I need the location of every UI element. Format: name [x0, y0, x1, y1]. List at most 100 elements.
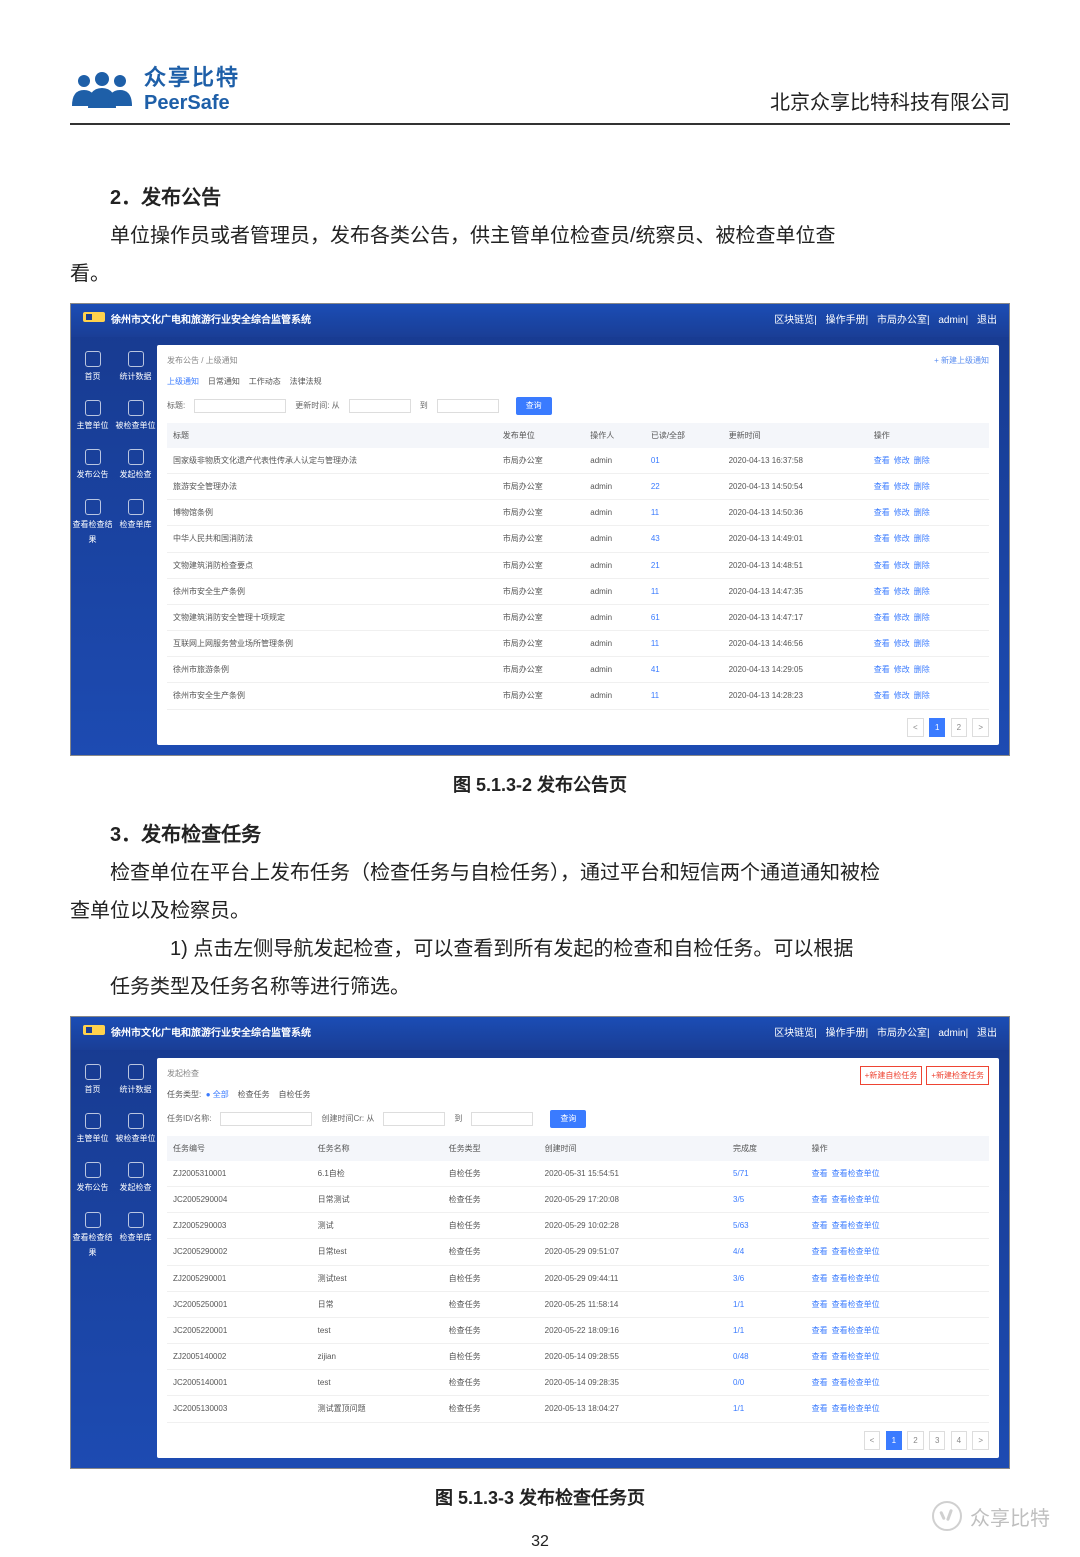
row-action[interactable]: 查看	[874, 665, 890, 674]
query-button[interactable]: 查询	[516, 397, 552, 414]
row-action[interactable]: 查看检查单位	[832, 1378, 880, 1387]
row-action[interactable]: 修改	[894, 508, 910, 517]
page-prev[interactable]: <	[864, 1431, 881, 1450]
page-next[interactable]: >	[972, 718, 989, 737]
row-action[interactable]: 删除	[914, 482, 930, 491]
page-1[interactable]: 1	[886, 1431, 902, 1450]
row-action[interactable]: 查看	[874, 456, 890, 465]
row-action[interactable]: 查看	[812, 1404, 828, 1413]
row-action[interactable]: 删除	[914, 639, 930, 648]
date-from-input[interactable]	[383, 1112, 445, 1126]
row-action[interactable]: 查看	[812, 1274, 828, 1283]
row-action[interactable]: 查看	[812, 1195, 828, 1204]
table-row[interactable]: 中华人民共和国消防法市局办公室admin432020-04-13 14:49:0…	[167, 526, 989, 552]
row-action[interactable]: 查看检查单位	[832, 1300, 880, 1309]
row-action[interactable]: 查看	[874, 613, 890, 622]
row-action[interactable]: 查看	[812, 1352, 828, 1361]
table-row[interactable]: 徐州市安全生产条例市局办公室admin112020-04-13 14:47:35…	[167, 578, 989, 604]
row-action[interactable]: 修改	[894, 482, 910, 491]
row-action[interactable]: 查看	[812, 1169, 828, 1178]
row-action[interactable]: 查看	[812, 1221, 828, 1230]
row-action[interactable]: 查看	[812, 1326, 828, 1335]
page-next[interactable]: >	[972, 1431, 989, 1450]
row-action[interactable]: 查看检查单位	[832, 1352, 880, 1361]
table-row[interactable]: 旅游安全管理办法市局办公室admin222020-04-13 14:50:54查…	[167, 473, 989, 499]
row-action[interactable]: 修改	[894, 665, 910, 674]
table-row[interactable]: JC2005130003测试置顶问题检查任务2020-05-13 18:04:2…	[167, 1396, 989, 1422]
row-action[interactable]: 查看	[812, 1247, 828, 1256]
row-action[interactable]: 删除	[914, 587, 930, 596]
title-input[interactable]	[194, 399, 286, 413]
table-row[interactable]: ZJ2005140002zijian自检任务2020-05-14 09:28:5…	[167, 1344, 989, 1370]
row-action[interactable]: 删除	[914, 691, 930, 700]
table-row[interactable]: JC2005220001test检查任务2020-05-22 18:09:161…	[167, 1317, 989, 1343]
table-row[interactable]: JC2005250001日常检查任务2020-05-25 11:58:141/1…	[167, 1291, 989, 1317]
row-action[interactable]: 查看	[874, 508, 890, 517]
table-row[interactable]: 互联网上网服务营业场所管理条例市局办公室admin112020-04-13 14…	[167, 631, 989, 657]
row-action[interactable]: 查看	[874, 482, 890, 491]
table-row[interactable]: ZJ2005290003测试自检任务2020-05-29 10:02:285/6…	[167, 1213, 989, 1239]
row-action[interactable]: 修改	[894, 587, 910, 596]
tab-daily-notice[interactable]: 日常通知	[208, 377, 240, 386]
row-action[interactable]: 查看检查单位	[832, 1326, 880, 1335]
row-action[interactable]: 修改	[894, 691, 910, 700]
sidebar-item-result[interactable]: 查看检查结果	[71, 491, 114, 555]
sidebar-item-mgr-unit[interactable]: 主管单位	[71, 392, 114, 441]
type-all[interactable]: ● 全部	[206, 1090, 229, 1099]
table-row[interactable]: 徐州市安全生产条例市局办公室admin112020-04-13 14:28:23…	[167, 683, 989, 709]
sidebar-item-checked-unit[interactable]: 被检查单位	[114, 392, 157, 441]
row-action[interactable]: 查看	[812, 1378, 828, 1387]
row-action[interactable]: 修改	[894, 639, 910, 648]
table-row[interactable]: 文物建筑消防检查要点市局办公室admin212020-04-13 14:48:5…	[167, 552, 989, 578]
row-action[interactable]: 查看	[874, 587, 890, 596]
row-action[interactable]: 查看检查单位	[832, 1404, 880, 1413]
sidebar-item-publish[interactable]: 发布公告	[71, 1154, 114, 1203]
row-action[interactable]: 查看检查单位	[832, 1247, 880, 1256]
row-action[interactable]: 删除	[914, 613, 930, 622]
row-action[interactable]: 删除	[914, 534, 930, 543]
date-to-input[interactable]	[471, 1112, 533, 1126]
tab-upper-notice[interactable]: 上级通知	[167, 377, 199, 386]
add-notice-button[interactable]: + 新建上级通知	[934, 353, 989, 368]
date-from-input[interactable]	[349, 399, 411, 413]
tab-work-dyn[interactable]: 工作动态	[249, 377, 281, 386]
row-action[interactable]: 删除	[914, 561, 930, 570]
table-row[interactable]: JC2005290004日常测试检查任务2020-05-29 17:20:083…	[167, 1186, 989, 1212]
row-action[interactable]: 查看检查单位	[832, 1169, 880, 1178]
row-action[interactable]: 查看	[874, 534, 890, 543]
page-4[interactable]: 4	[951, 1431, 967, 1450]
row-action[interactable]: 查看	[812, 1300, 828, 1309]
add-self-task-button[interactable]: +新建自检任务	[860, 1066, 923, 1085]
row-action[interactable]: 修改	[894, 534, 910, 543]
add-check-task-button[interactable]: +新建检查任务	[926, 1066, 989, 1085]
row-action[interactable]: 修改	[894, 613, 910, 622]
row-action[interactable]: 修改	[894, 561, 910, 570]
sidebar-item-home[interactable]: 首页	[71, 1056, 114, 1105]
page-1[interactable]: 1	[929, 718, 945, 737]
table-row[interactable]: 徐州市旅游条例市局办公室admin412020-04-13 14:29:05查看…	[167, 657, 989, 683]
tab-law[interactable]: 法律法规	[290, 377, 322, 386]
page-3[interactable]: 3	[929, 1431, 945, 1450]
sidebar-item-startcheck[interactable]: 发起检查	[114, 1154, 157, 1203]
row-action[interactable]: 查看检查单位	[832, 1221, 880, 1230]
row-action[interactable]: 删除	[914, 508, 930, 517]
row-action[interactable]: 查看检查单位	[832, 1195, 880, 1204]
row-action[interactable]: 查看	[874, 691, 890, 700]
page-prev[interactable]: <	[907, 718, 924, 737]
table-row[interactable]: ZJ2005290001测试test自检任务2020-05-29 09:44:1…	[167, 1265, 989, 1291]
date-to-input[interactable]	[437, 399, 499, 413]
row-action[interactable]: 查看检查单位	[832, 1274, 880, 1283]
query-button[interactable]: 查询	[550, 1110, 586, 1127]
page-2[interactable]: 2	[951, 718, 967, 737]
sidebar-item-publish[interactable]: 发布公告	[71, 441, 114, 490]
row-action[interactable]: 查看	[874, 561, 890, 570]
table-row[interactable]: 文物建筑消防安全管理十项规定市局办公室admin612020-04-13 14:…	[167, 604, 989, 630]
table-row[interactable]: JC2005140001test检查任务2020-05-14 09:28:350…	[167, 1370, 989, 1396]
sidebar-item-home[interactable]: 首页	[71, 343, 114, 392]
row-action[interactable]: 查看	[874, 639, 890, 648]
sidebar-item-mgr-unit[interactable]: 主管单位	[71, 1105, 114, 1154]
type-check[interactable]: 检查任务	[238, 1090, 270, 1099]
sidebar-item-stats[interactable]: 统计数据	[114, 1056, 157, 1105]
sidebar-item-stats[interactable]: 统计数据	[114, 343, 157, 392]
sidebar-item-lib[interactable]: 检查单库	[114, 1204, 157, 1268]
